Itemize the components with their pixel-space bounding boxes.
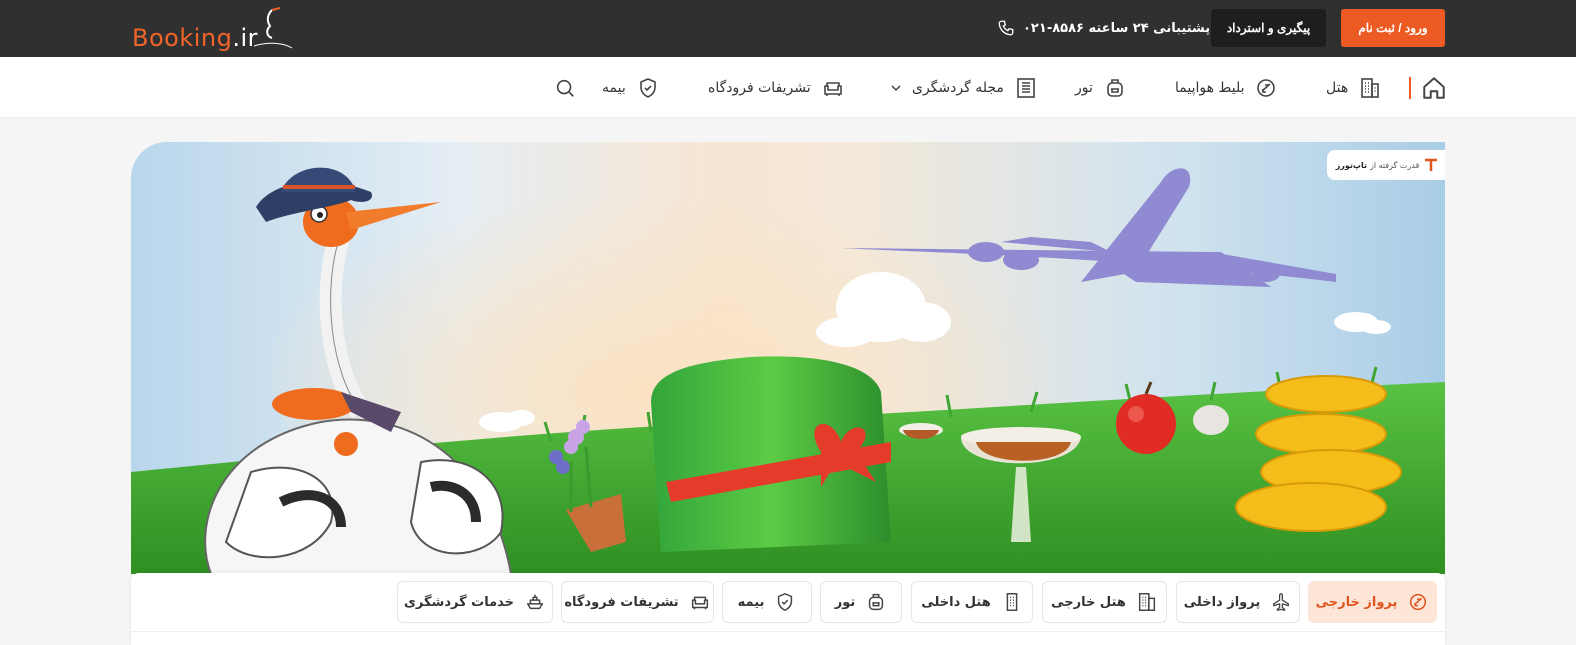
login-register-button[interactable]: ورود / ثبت نام [1341, 9, 1445, 47]
tab-international-hotel[interactable]: هتل خارجی [1042, 581, 1167, 623]
tab-label: هتل خارجی [1051, 594, 1126, 610]
hero-illustration [131, 167, 1445, 574]
support-phone[interactable]: پشتیبانی ۲۴ ساعته ۸۵۸۶-۰۲۱ [997, 18, 1210, 38]
nav-separator [1409, 77, 1411, 99]
tab-insurance[interactable]: بیمه [722, 581, 812, 623]
nav-item-label: تشریفات فرودگاه [708, 80, 811, 96]
search-icon[interactable] [554, 77, 576, 99]
powered-by-badge: قدرت گرفته از تاپ‌تورز [1327, 150, 1445, 180]
nav-item-label: بلیط هواپیما [1175, 80, 1245, 96]
magazine-icon [1017, 78, 1035, 98]
building-small-icon [1006, 593, 1018, 611]
shield-icon [778, 593, 793, 611]
nav-item-airport[interactable]: تشریفات فرودگاه [708, 73, 845, 103]
tab-domestic-flight[interactable]: پرواز داخلی [1176, 581, 1300, 623]
tab-label: هتل داخلی [921, 594, 991, 610]
tab-international-flight[interactable]: پرواز خارجی [1308, 581, 1437, 623]
support-text: پشتیبانی ۲۴ ساعته ۸۵۸۶-۰۲۱ [1023, 20, 1211, 36]
tab-label: بیمه [737, 594, 765, 610]
logo-brand: Booking.ir [132, 24, 259, 52]
plane-icon [1273, 593, 1290, 611]
building-icon [1138, 593, 1155, 611]
nav-item-tour[interactable]: تور [1075, 73, 1127, 103]
ship-icon [526, 594, 544, 610]
top-bar: Booking.ir ورود / ثبت نام پیگیری و استرد… [0, 0, 1576, 57]
powered-by-prefix: قدرت گرفته از [1369, 160, 1420, 170]
tab-airport-services[interactable]: تشریفات فرودگاه [561, 581, 714, 623]
phone-icon [998, 20, 1014, 36]
nav-item-magazine[interactable]: مجله گردشگری [890, 73, 1038, 103]
shield-icon [639, 78, 656, 98]
nav-item-label: مجله گردشگری [912, 80, 1004, 96]
tab-label: پرواز خارجی [1315, 594, 1398, 610]
sofa-icon [823, 82, 842, 96]
nav-item-insurance[interactable]: بیمه [602, 73, 660, 103]
nav-item-hotel[interactable]: هتل [1326, 73, 1382, 103]
building-icon [1361, 78, 1380, 98]
plane-global-icon [1410, 593, 1427, 611]
nav-item-label: تور [1075, 80, 1093, 96]
toptourz-logo-icon [1425, 158, 1438, 171]
luggage-icon [1107, 79, 1123, 97]
hero-banner: قدرت گرفته از تاپ‌تورز [131, 142, 1445, 574]
stork-logo-icon [254, 7, 293, 49]
nav-item-label: هتل [1326, 80, 1349, 96]
plane-icon [1257, 79, 1276, 97]
tab-label: تور [834, 594, 856, 610]
tab-travel-services[interactable]: خدمات گردشگری [397, 581, 553, 623]
site-logo[interactable]: Booking.ir [132, 7, 293, 52]
home-icon[interactable] [1421, 75, 1447, 101]
tab-label: خدمات گردشگری [403, 594, 515, 610]
luggage-icon [869, 593, 884, 611]
main-nav: هتل بلیط هواپیما تور مجله گردشگری تشریفا… [0, 57, 1576, 118]
track-refund-button[interactable]: پیگیری و استرداد [1211, 9, 1326, 47]
tabs-divider [131, 631, 1445, 632]
service-tabs: پرواز خارجی پرواز داخلی هتل خارجی هتل دا… [131, 573, 1445, 645]
tab-tour[interactable]: تور [820, 581, 902, 623]
nav-item-label: بیمه [602, 80, 626, 96]
tab-domestic-hotel[interactable]: هتل داخلی [911, 581, 1033, 623]
powered-by-brand: تاپ‌تورز [1335, 160, 1367, 170]
tab-label: تشریفات فرودگاه [564, 594, 679, 610]
nav-item-flight[interactable]: بلیط هواپیما [1175, 73, 1278, 103]
sofa-icon [691, 596, 708, 610]
tab-label: پرواز داخلی [1183, 594, 1261, 610]
chevron-down-icon [891, 85, 901, 92]
